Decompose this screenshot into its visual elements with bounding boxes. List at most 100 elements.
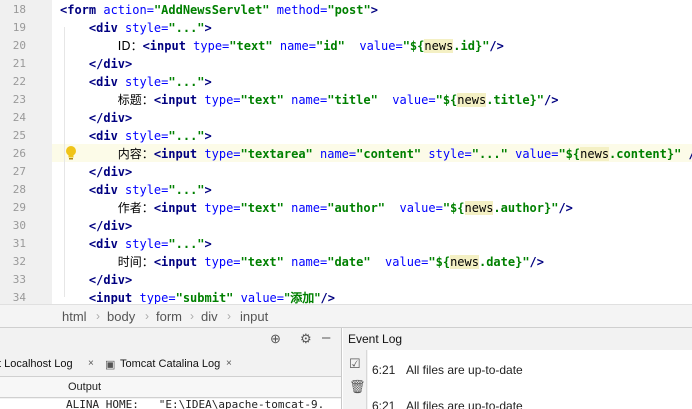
minimize-icon[interactable]: – (322, 329, 330, 346)
event-log-body: 6:21 All files are up-to-date 6:21 All f… (368, 350, 692, 409)
code-token: 标题： (117, 93, 154, 107)
code-token: name= (291, 93, 328, 107)
code-token: style= (125, 129, 169, 143)
code-line: 作者：<input type="text" name="author" valu… (60, 199, 573, 217)
chevron-right-icon: › (190, 309, 194, 323)
code-token: .id}" (453, 39, 490, 53)
code-token: "AddNewsServlet" (153, 3, 277, 17)
code-token: type= (204, 93, 241, 107)
code-line: <div style="..."> (60, 73, 212, 91)
code-line: <div style="..."> (60, 19, 212, 37)
code-token: <input (153, 93, 205, 107)
log-icon: ▣ (105, 359, 116, 371)
line-number: 28 (12, 183, 26, 196)
code-token: "textarea" (240, 147, 320, 161)
event-message: All files are up-to-date (406, 399, 523, 409)
code-token: .content}" (609, 147, 689, 161)
code-token: "..." (471, 147, 516, 161)
services-panel: ⊕ ⚙ – t Localhost Log × ▣ Tomcat Catalin… (0, 328, 342, 409)
code-token: <input (153, 147, 205, 161)
code-token: type= (204, 255, 241, 269)
code-token: </div> (88, 57, 133, 71)
tab-catalina-log[interactable]: Tomcat Catalina Log (120, 358, 220, 370)
code-token: name= (320, 147, 357, 161)
code-editor[interactable]: 18 19 20 21 22 23 24 25 26 27 28 29 30 31 32 33 34 <form… (0, 0, 692, 304)
output-console[interactable]: ALINA_HOME: "E:\IDEA\apache-tomcat-9. (0, 399, 341, 409)
code-token: > (204, 75, 212, 89)
breadcrumb-item-div[interactable]: div (201, 309, 218, 324)
breadcrumb-item-form[interactable]: form (156, 309, 182, 324)
code-token: value= (399, 201, 443, 215)
code-token: "text" (240, 93, 292, 107)
code-token: method= (276, 3, 328, 17)
code-token: "${ (402, 39, 425, 53)
code-line: 时间：<input type="text" name="date" value=… (60, 253, 544, 271)
code-line: <div style="..."> (60, 127, 212, 145)
code-token: "text" (240, 201, 292, 215)
code-token: .title}" (486, 93, 544, 107)
code-token: "..." (168, 237, 205, 251)
line-number: 19 (12, 21, 26, 34)
code-token: style= (125, 21, 169, 35)
line-number: 24 (12, 111, 26, 124)
close-icon[interactable]: × (88, 358, 94, 369)
gear-icon[interactable]: ⚙ (300, 331, 312, 347)
chevron-right-icon: › (227, 309, 231, 323)
code-line: </div> (60, 163, 132, 181)
event-log-toolbar: ☑ 🗑 (343, 350, 367, 409)
code-token: news (450, 255, 479, 269)
code-token: type= (204, 147, 241, 161)
code-token: 时间： (117, 255, 154, 269)
code-token: action= (103, 3, 154, 17)
code-token: <div (88, 183, 126, 197)
code-token: </div> (88, 165, 133, 179)
code-line: 标题：<input type="text" name="title" value… (60, 91, 558, 109)
code-token: value= (240, 291, 284, 304)
line-number: 33 (12, 273, 26, 286)
line-number: 25 (12, 129, 26, 142)
code-line: </div> (60, 109, 132, 127)
code-token: value= (515, 147, 559, 161)
tab-localhost-log[interactable]: t Localhost Log (0, 358, 73, 370)
target-icon[interactable]: ⊕ (270, 331, 281, 347)
trash-icon[interactable]: 🗑 (349, 379, 366, 395)
code-token: <input (153, 255, 205, 269)
lightbulb-icon[interactable] (64, 145, 78, 161)
code-token: value= (392, 93, 436, 107)
line-gutter: 18 19 20 21 22 23 24 25 26 27 28 29 30 31 32 33 34 (0, 0, 52, 304)
code-token: <div (88, 237, 126, 251)
code-token: </div> (88, 111, 133, 125)
event-time: 6:21 (372, 399, 396, 409)
breadcrumb-item-input[interactable]: input (240, 309, 268, 324)
code-token: style= (125, 237, 169, 251)
close-icon[interactable]: × (226, 358, 232, 369)
code-token: </div> (88, 273, 133, 287)
code-token: <div (88, 21, 126, 35)
code-token: style= (428, 147, 472, 161)
checkbox-icon[interactable]: ☑ (349, 356, 361, 372)
code-token: type= (139, 291, 176, 304)
line-number: 32 (12, 255, 26, 268)
line-number: 21 (12, 57, 26, 70)
breadcrumb-item-html[interactable]: html (62, 309, 87, 324)
code-token: /> (544, 93, 559, 107)
breadcrumb: html › body › form › div › input (0, 304, 692, 328)
code-token: <div (88, 75, 126, 89)
code-token: "..." (168, 75, 205, 89)
breadcrumb-item-body[interactable]: body (107, 309, 135, 324)
code-line: </div> (60, 217, 132, 235)
code-token: name= (291, 201, 328, 215)
line-number: 26 (12, 147, 26, 160)
code-token: > (204, 21, 212, 35)
line-number: 29 (12, 201, 26, 214)
code-token: /> (529, 255, 544, 269)
event-time: 6:21 (372, 363, 396, 377)
